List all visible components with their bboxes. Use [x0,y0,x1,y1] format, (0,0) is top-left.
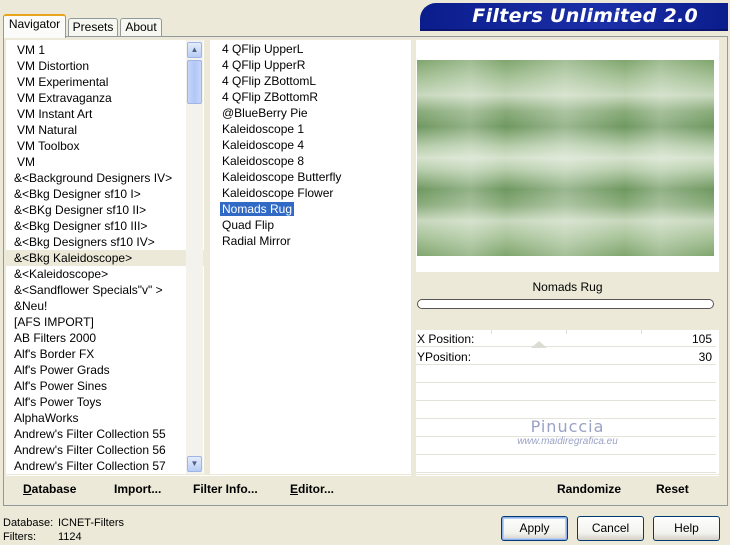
param-row-x-position[interactable]: X Position: 105 [416,330,716,348]
filters-count: 1124 [58,531,82,543]
cancel-button[interactable]: Cancel [577,516,644,541]
param-label: YPosition: [417,350,472,364]
watermark-name: Pinuccia [530,417,605,436]
reset-button[interactable]: Reset [656,482,689,496]
category-item[interactable]: &<Kaleidoscope> [6,266,204,282]
category-item[interactable]: &Neu! [6,298,204,314]
slider-marker-icon[interactable] [531,341,547,348]
filters-label: Filters: [3,531,36,543]
category-item[interactable]: AB Filters 2000 [6,330,204,346]
watermark-url: www.maidiregrafica.eu [517,436,618,447]
filter-item-label: Nomads Rug [220,202,295,216]
filter-item-label: Kaleidoscope 4 [222,138,305,152]
category-item[interactable]: VM Distortion [6,58,204,74]
watermark: Pinuccia www.maidiregrafica.eu [416,417,719,447]
preview-toolbar: Randomize Reset [416,475,719,502]
filter-item[interactable]: Kaleidoscope 1 [210,121,411,137]
filter-item[interactable]: Quad Flip [210,217,411,233]
param-label: X Position: [417,332,475,346]
param-row-empty [416,366,716,383]
window-title: Filters Unlimited 2.0 [472,5,698,27]
filter-item-label: Radial Mirror [222,234,291,248]
database-value: ICNET-Filters [58,517,124,529]
filter-item[interactable]: 4 QFlip ZBottomR [210,89,411,105]
tab-about[interactable]: About [120,18,162,37]
filter-item[interactable]: Kaleidoscope Flower [210,185,411,201]
category-item[interactable]: VM [6,154,204,170]
param-value: 105 [691,332,712,346]
category-item[interactable]: &<Bkg Kaleidoscope> [6,250,204,266]
title-banner: Filters Unlimited 2.0 [420,3,728,29]
param-row-empty [416,456,716,473]
filter-item[interactable]: 4 QFlip UpperR [210,57,411,73]
category-item[interactable]: [AFS IMPORT] [6,314,204,330]
category-item[interactable]: Alf's Power Toys [6,394,204,410]
filter-item-label: Kaleidoscope Butterfly [222,170,342,184]
category-scrollbar[interactable]: ▲ ▼ [186,40,203,474]
filter-item-label: 4 QFlip ZBottomR [222,90,319,104]
category-item[interactable]: &<Background Designers IV> [6,170,204,186]
help-button[interactable]: Help [653,516,720,541]
filter-item-label: 4 QFlip ZBottomL [222,74,317,88]
filter-item[interactable]: @BlueBerry Pie [210,105,411,121]
category-item[interactable]: Andrew's Filter Collection 56 [6,442,204,458]
tab-presets[interactable]: Presets [68,18,118,37]
scroll-thumb[interactable] [187,60,202,104]
category-item[interactable]: VM Extravaganza [6,90,204,106]
category-item[interactable]: VM Natural [6,122,204,138]
preview-image [417,60,714,256]
category-item[interactable]: &<BKg Designer sf10 II> [6,202,204,218]
filter-item[interactable]: Kaleidoscope 8 [210,153,411,169]
scroll-down-icon[interactable]: ▼ [187,456,202,472]
filter-item-label: Quad Flip [222,218,275,232]
database-label: Database: [3,517,54,529]
filter-item-label: Kaleidoscope 1 [222,122,305,136]
database-button[interactable]: Database [23,482,76,496]
category-item[interactable]: VM 1 [6,42,204,58]
filter-item[interactable]: Kaleidoscope 4 [210,137,411,153]
filter-item-label: Kaleidoscope Flower [222,186,334,200]
category-item[interactable]: Andrew's Filter Collection 57 [6,458,204,474]
randomize-button[interactable]: Randomize [557,482,621,496]
filter-item[interactable]: Kaleidoscope Butterfly [210,169,411,185]
filter-item[interactable]: 4 QFlip ZBottomL [210,73,411,89]
filter-info-button[interactable]: Filter Info... [193,482,258,496]
filter-item[interactable]: Nomads Rug [210,201,411,217]
category-item[interactable]: Andrew's Filter Collection 55 [6,426,204,442]
filter-item-label: 4 QFlip UpperR [222,58,306,72]
filter-item-label: Kaleidoscope 8 [222,154,305,168]
apply-button[interactable]: Apply [501,516,568,541]
param-value: 30 [698,350,712,364]
category-item[interactable]: &<Bkg Designer sf10 I> [6,186,204,202]
category-item[interactable]: Alf's Power Sines [6,378,204,394]
filter-list[interactable]: 4 QFlip UpperL 4 QFlip UpperR 4 QFlip ZBot… [210,40,411,474]
editor-button[interactable]: Editor... [290,482,334,496]
category-item[interactable]: Alf's Power Grads [6,362,204,378]
category-item[interactable]: VM Instant Art [6,106,204,122]
scroll-up-icon[interactable]: ▲ [187,42,202,58]
category-item[interactable]: &<Bkg Designer sf10 III> [6,218,204,234]
category-item[interactable]: &<Bkg Designers sf10 IV> [6,234,204,250]
filter-item[interactable]: Radial Mirror [210,233,411,249]
tab-navigator[interactable]: Navigator [3,14,66,38]
category-item[interactable]: Alf's Border FX [6,346,204,362]
category-item[interactable]: &<Sandflower Specials"v" > [6,282,204,298]
navigator-toolbar: Database Import... Filter Info... Editor… [6,475,411,502]
filter-item-label: 4 QFlip UpperL [222,42,304,56]
category-item[interactable]: AlphaWorks [6,410,204,426]
category-item[interactable]: VM Toolbox [6,138,204,154]
filter-item[interactable]: 4 QFlip UpperL [210,41,411,57]
import-button[interactable]: Import... [114,482,161,496]
param-row-y-position[interactable]: YPosition: 30 [416,348,716,365]
parameters-panel: X Position: 105 YPosition: 30 [416,330,719,474]
category-list[interactable]: VM 1 VM Distortion VM Experimental VM Extra… [6,40,204,474]
current-filter-name: Nomads Rug [532,280,603,294]
param-row-empty [416,384,716,401]
progress-bar [417,299,714,309]
category-item[interactable]: VM Experimental [6,74,204,90]
filter-item-label: @BlueBerry Pie [222,106,308,120]
